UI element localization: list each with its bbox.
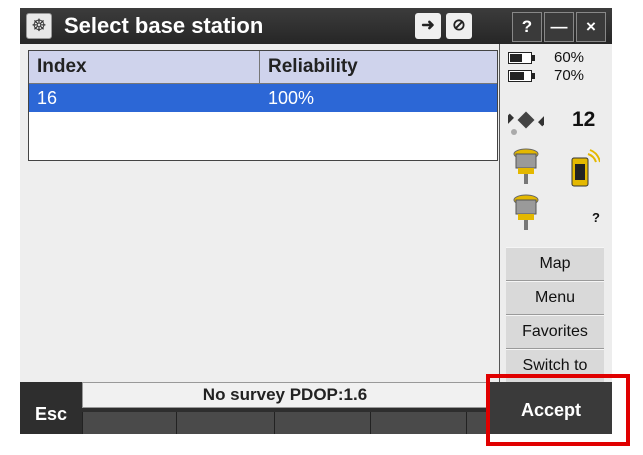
login-arrow-icon[interactable]: ➜ [415, 13, 441, 39]
unknown-status: ? [592, 210, 600, 225]
softkey-4[interactable] [370, 412, 466, 434]
window-title: Select base station [64, 13, 264, 38]
favorites-button[interactable]: Favorites [506, 315, 604, 349]
satellite-icon[interactable] [508, 102, 544, 138]
satellite-count: 12 [572, 108, 596, 131]
gnss-receiver-icon[interactable] [512, 148, 540, 186]
survey-status: No survey PDOP:1.6 [82, 382, 488, 408]
close-button[interactable]: × [576, 12, 606, 42]
highlight-box [486, 374, 630, 446]
battery-2-percent: 70% [554, 67, 585, 84]
map-button[interactable]: Map [506, 247, 604, 281]
softkey-2[interactable] [176, 412, 274, 434]
menu-button[interactable]: Menu [506, 281, 604, 315]
battery-1-percent: 60% [554, 49, 585, 66]
column-header-reliability[interactable]: Reliability [260, 51, 497, 83]
main-content: Index Reliability 16 100% [20, 44, 499, 382]
battery-icon [508, 70, 536, 82]
title-bar: ☸ Select base station ➜ ⊘ ? — × [20, 8, 612, 44]
table-header: Index Reliability [29, 51, 497, 84]
device-screen: ☸ Select base station ➜ ⊘ ? — × Index Re… [20, 8, 612, 434]
battery-icon [508, 52, 536, 64]
help-button[interactable]: ? [512, 12, 542, 42]
esc-button[interactable]: Esc [20, 382, 82, 434]
base-station-table: Index Reliability 16 100% [28, 50, 498, 161]
cell-reliability: 100% [268, 88, 315, 108]
minimize-button[interactable]: — [544, 12, 574, 42]
cell-index: 16 [37, 88, 58, 108]
base-receiver-icon[interactable] [512, 194, 540, 232]
softkey-3[interactable] [274, 412, 370, 434]
table-row[interactable]: 16 100% [29, 84, 497, 112]
column-header-index[interactable]: Index [29, 51, 260, 83]
controller-icon[interactable] [566, 148, 600, 188]
status-panel: 60% 70% 12 ? Map Menu Favorites Switch t… [499, 44, 612, 383]
app-icon[interactable]: ☸ [26, 13, 52, 39]
no-entry-icon[interactable]: ⊘ [446, 13, 472, 39]
softkey-1[interactable] [82, 412, 176, 434]
